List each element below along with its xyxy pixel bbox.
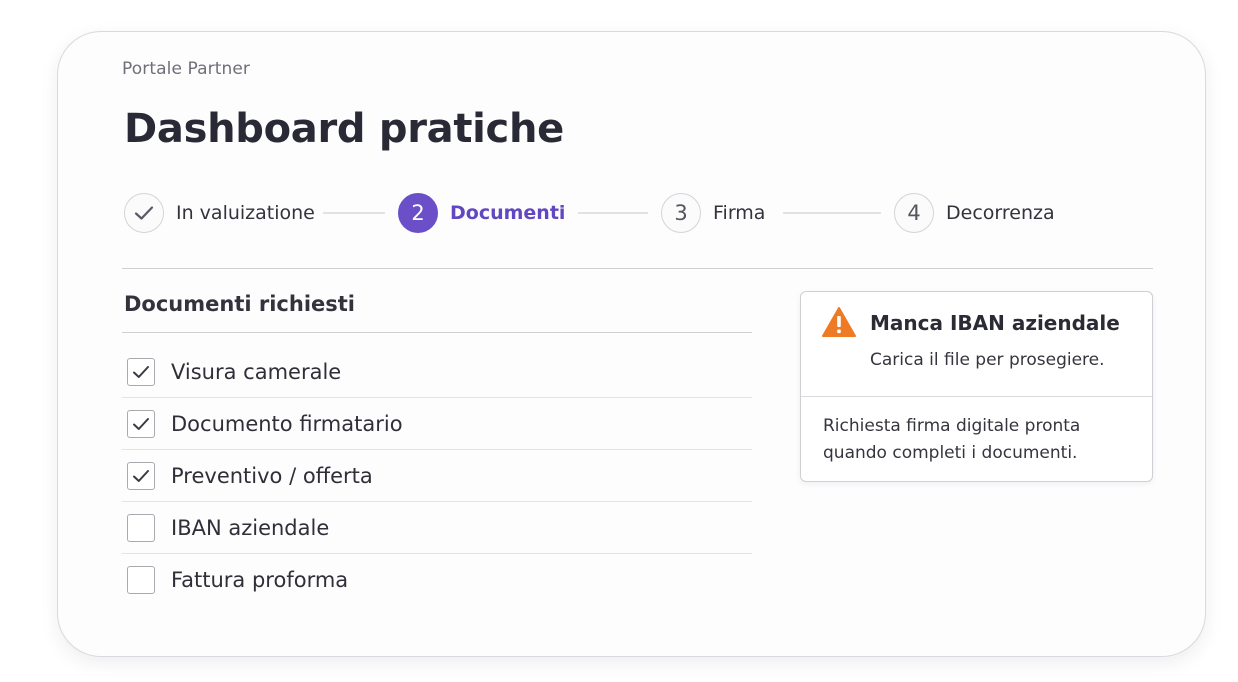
breadcrumb[interactable]: Portale Partner [122, 59, 250, 79]
step-number-circle: 3 [661, 193, 701, 233]
alert-subtitle: Carica il file per prosegiere. [870, 350, 1105, 370]
documents-title-rule [122, 332, 752, 333]
list-item[interactable]: Fattura proforma [122, 554, 752, 606]
document-checkbox[interactable] [127, 357, 155, 386]
alert-note: Richiesta firma digitale pronta quando c… [823, 416, 1081, 463]
alert-title: Manca IBAN aziendale [870, 311, 1120, 335]
section-divider [122, 268, 1153, 269]
document-checkbox[interactable] [127, 566, 155, 594]
alert-divider [801, 396, 1152, 397]
step-label: In valuizatione [176, 202, 315, 224]
document-checkbox[interactable] [127, 461, 155, 490]
list-item[interactable]: Preventivo / offerta [122, 450, 752, 502]
step-connector [783, 212, 881, 214]
document-label: Fattura proforma [171, 568, 349, 592]
list-item[interactable]: IBAN aziendale [122, 502, 752, 554]
missing-document-alert: Manca IBAN aziendale Carica il file per … [800, 291, 1153, 482]
step-documenti[interactable]: 2 Documenti [398, 191, 565, 235]
step-number-circle: 2 [398, 193, 438, 233]
step-label: Decorrenza [946, 202, 1055, 224]
check-icon [133, 417, 149, 430]
check-icon [134, 206, 154, 220]
step-number-circle: 4 [894, 193, 934, 233]
check-icon [133, 365, 149, 378]
document-label: IBAN aziendale [171, 515, 330, 540]
page-title: Dashboard pratiche [124, 106, 564, 152]
step-connector [578, 212, 648, 214]
step-connector [323, 212, 385, 214]
check-icon [133, 469, 149, 482]
documents-list: Visura camerale Documento firmatario Pre… [122, 346, 752, 606]
progress-stepper: In valuizatione 2 Documenti 3 Firma 4 De… [122, 191, 1122, 235]
step-firma[interactable]: 3 Firma [661, 191, 765, 235]
step-label: Documenti [450, 202, 566, 224]
document-label: Documento firmatario [171, 411, 403, 436]
document-label: Visura camerale [171, 359, 342, 384]
warning-icon [822, 307, 856, 337]
step-completed-circle [124, 193, 164, 233]
document-checkbox[interactable] [127, 513, 155, 542]
list-item[interactable]: Visura camerale [122, 346, 752, 398]
step-valutazione[interactable]: In valuizatione [124, 191, 315, 235]
document-checkbox[interactable] [127, 409, 155, 438]
documents-section-title: Documenti richiesti [124, 292, 356, 316]
step-label: Firma [713, 202, 766, 224]
list-item[interactable]: Documento firmatario [122, 398, 752, 450]
main-card: Portale Partner Dashboard pratiche In va… [57, 31, 1206, 657]
step-decorrenza[interactable]: 4 Decorrenza [894, 191, 1055, 235]
document-label: Preventivo / offerta [171, 463, 373, 488]
